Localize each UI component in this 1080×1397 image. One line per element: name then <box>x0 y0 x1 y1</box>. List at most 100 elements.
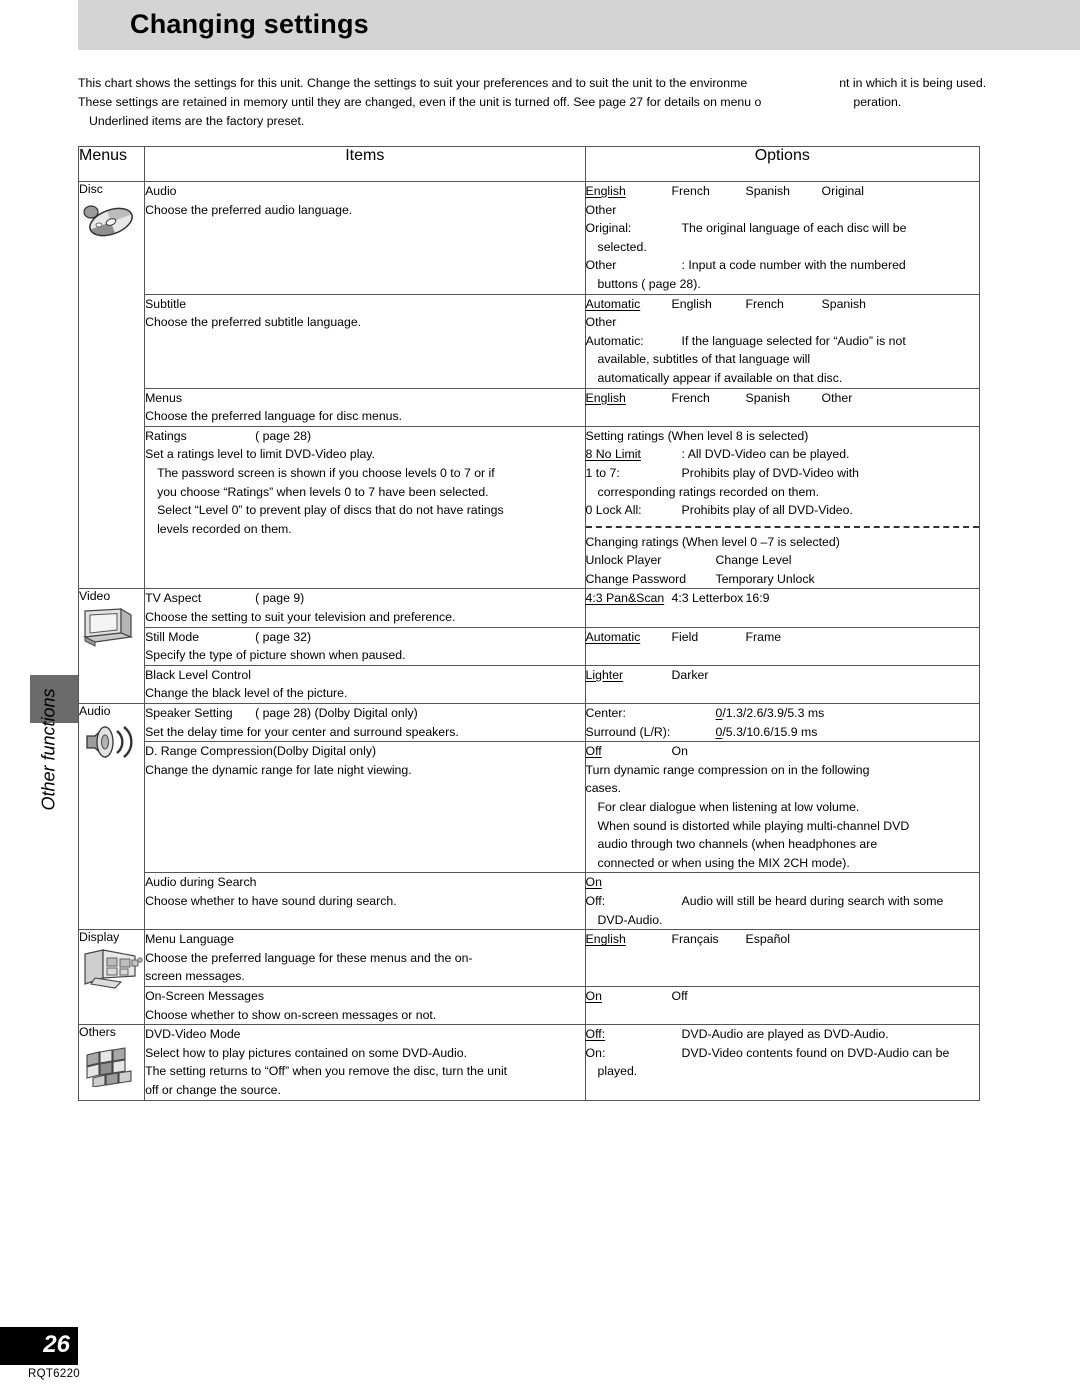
tv-icon <box>82 608 134 648</box>
option-pair: Surround (L/R): 0/5.3/10.6/15.9 ms <box>586 723 979 742</box>
item-title: Black Level Control <box>145 666 584 685</box>
option-note-cont: audio through two channels (when headpho… <box>597 837 878 852</box>
option-choice: Other <box>821 390 853 405</box>
option-note-text: Prohibits play of DVD-Video with <box>681 465 860 480</box>
item-description: Specify the type of picture shown when p… <box>145 648 406 663</box>
item-title: TV Aspect ( page 9) <box>145 589 584 608</box>
option-note: cases. <box>585 781 622 796</box>
speaker-icon <box>86 725 133 759</box>
options-cell: English French Spanish Other <box>584 387 981 427</box>
item-page-reference: ( page 9) <box>255 591 305 606</box>
option-note-text: If the language selected for “Audio” is … <box>681 333 906 348</box>
preset-option: On <box>585 988 602 1003</box>
option-note-term: Off: <box>585 893 606 908</box>
item-title-text: Speaker Setting <box>145 706 233 721</box>
intro-paragraph: This chart shows the settings for this u… <box>78 74 998 131</box>
option-choices: 4:3 Pan&Scan 4:3 Letterbox 16:9 <box>586 589 979 608</box>
item-title: Subtitle <box>145 295 584 314</box>
option-choices: Off On <box>586 742 979 761</box>
option-pair-label: Unlock Player <box>585 553 662 568</box>
menu-group-label: Audio <box>79 704 111 719</box>
item-cell: Menus Choose the preferred language for d… <box>144 387 586 427</box>
column-header-options: Options <box>584 146 981 182</box>
item-title: D. Range Compression(Dolby Digital only) <box>145 742 584 761</box>
options-cell: Lighter Darker <box>584 664 981 705</box>
option-note-text: : All DVD-Video can be played. <box>681 447 850 462</box>
preset-option: 4:3 Pan&Scan <box>585 591 665 606</box>
option-note-cont: connected or when using the MIX 2CH mode… <box>597 855 850 870</box>
option-note-term: Original: <box>585 221 632 236</box>
item-title-text: Menu Language <box>145 932 234 947</box>
intro-line-1b: nt in which it is being used. <box>839 76 987 90</box>
menu-group-label: Display <box>79 930 120 945</box>
item-cell: TV Aspect ( page 9) Choose the setting to … <box>144 588 586 628</box>
item-cell: Audio Choose the preferred audio language… <box>144 181 586 295</box>
option-choice: Spanish <box>821 296 866 311</box>
item-cell: Menu Language Choose the preferred langua… <box>144 929 586 987</box>
item-title-text: Ratings <box>145 428 187 443</box>
column-header-menus: Menus <box>77 146 146 182</box>
item-description-line: levels recorded on them. <box>157 521 292 536</box>
table-row: Others DVD-Video Mode Select how to play … <box>77 1024 981 1101</box>
option-note: 8 No Limit : All DVD-Video can be played… <box>586 445 979 464</box>
option-choice: 4:3 Letterbox <box>671 591 744 606</box>
item-description: Choose whether to have sound during sear… <box>145 893 397 908</box>
table-row: Display Menu Language Choose the preferre… <box>77 929 981 1026</box>
item-title: Ratings ( page 28) <box>145 427 584 446</box>
item-title-text: On-Screen Messages <box>145 988 264 1003</box>
option-note-text: Audio will still be heard during search … <box>681 893 944 908</box>
tiles-icon <box>81 1043 144 1090</box>
item-cell: Subtitle Choose the preferred subtitle la… <box>144 293 586 389</box>
menu-group-label: Disc <box>79 182 103 196</box>
preset-option: Automatic <box>585 296 641 311</box>
model-code: RQT6220 <box>28 1368 80 1380</box>
menu-group-cell: Audio <box>77 703 146 931</box>
option-note-term: Off: <box>586 1025 682 1044</box>
option-choices: Lighter Darker <box>586 666 979 685</box>
item-title: Still Mode ( page 32) <box>145 628 584 647</box>
option-choices: On <box>586 873 979 892</box>
option-choice: Spanish <box>745 390 790 405</box>
item-cell: On-Screen Messages Choose whether to show… <box>144 985 586 1026</box>
menu-group-label: Others <box>79 1025 116 1040</box>
item-title-text: Still Mode <box>145 629 200 644</box>
intro-line-2b: peration. <box>853 95 902 109</box>
item-description-line: The setting returns to “Off” when you re… <box>145 1064 508 1079</box>
option-pair-label: Surround (L/R): <box>585 724 671 739</box>
display-icon <box>84 949 143 989</box>
option-choices: English French Spanish Other <box>586 389 979 408</box>
intro-line-1: This chart shows the settings for this u… <box>78 74 998 93</box>
item-title: DVD-Video Mode <box>145 1025 584 1044</box>
item-cell: DVD-Video Mode Select how to play picture… <box>144 1024 586 1101</box>
option-choice: Off <box>671 988 688 1003</box>
option-pair: Change Password Temporary Unlock <box>586 570 979 589</box>
table-row: Menus Choose the preferred language for d… <box>79 387 981 427</box>
item-description: Choose whether to show on-screen message… <box>145 1007 437 1022</box>
option-pair-values: /1.3/2.6/3.9/5.3 ms <box>722 706 825 721</box>
option-choice: French <box>671 184 710 198</box>
option-note-text: DVD-Video contents found on DVD-Audio ca… <box>681 1045 950 1060</box>
item-cell: Audio during Search Choose whether to hav… <box>144 872 586 931</box>
option-choice: English <box>586 389 672 408</box>
preset-option: English <box>585 184 626 198</box>
preset-option: English <box>585 932 626 947</box>
item-page-reference: ( page 28) <box>255 428 312 443</box>
item-title: On-Screen Messages <box>145 987 584 1006</box>
item-description-line: screen messages. <box>145 969 245 984</box>
options-cell: Center: 0/1.3/2.6/3.9/5.3 ms Surround (L/R… <box>584 703 981 743</box>
item-description: Choose the preferred audio language. <box>145 202 353 217</box>
table-header-row: Menus Items Options <box>77 146 981 182</box>
option-block-heading: Setting ratings (When level 8 is selecte… <box>585 428 809 443</box>
table-row: Audio Speaker Setting ( page 28) (Dolby D… <box>77 703 981 931</box>
option-note-cont: played. <box>597 1064 638 1079</box>
table-row: On-Screen Messages Choose whether to show… <box>79 985 981 1026</box>
item-title: Speaker Setting ( page 28) (Dolby Digital… <box>145 704 584 723</box>
option-note-cont: selected. <box>597 239 647 254</box>
item-title-text: D. Range Compression <box>145 744 273 759</box>
menu-group-cell: Others <box>77 1024 146 1101</box>
options-cell: 4:3 Pan&Scan 4:3 Letterbox 16:9 <box>584 588 981 628</box>
preset-option: Automatic <box>585 629 641 644</box>
option-note-cont: corresponding ratings recorded on them. <box>597 484 820 499</box>
preset-option: On <box>585 875 602 890</box>
option-note: Turn dynamic range compression on in the… <box>585 762 870 777</box>
